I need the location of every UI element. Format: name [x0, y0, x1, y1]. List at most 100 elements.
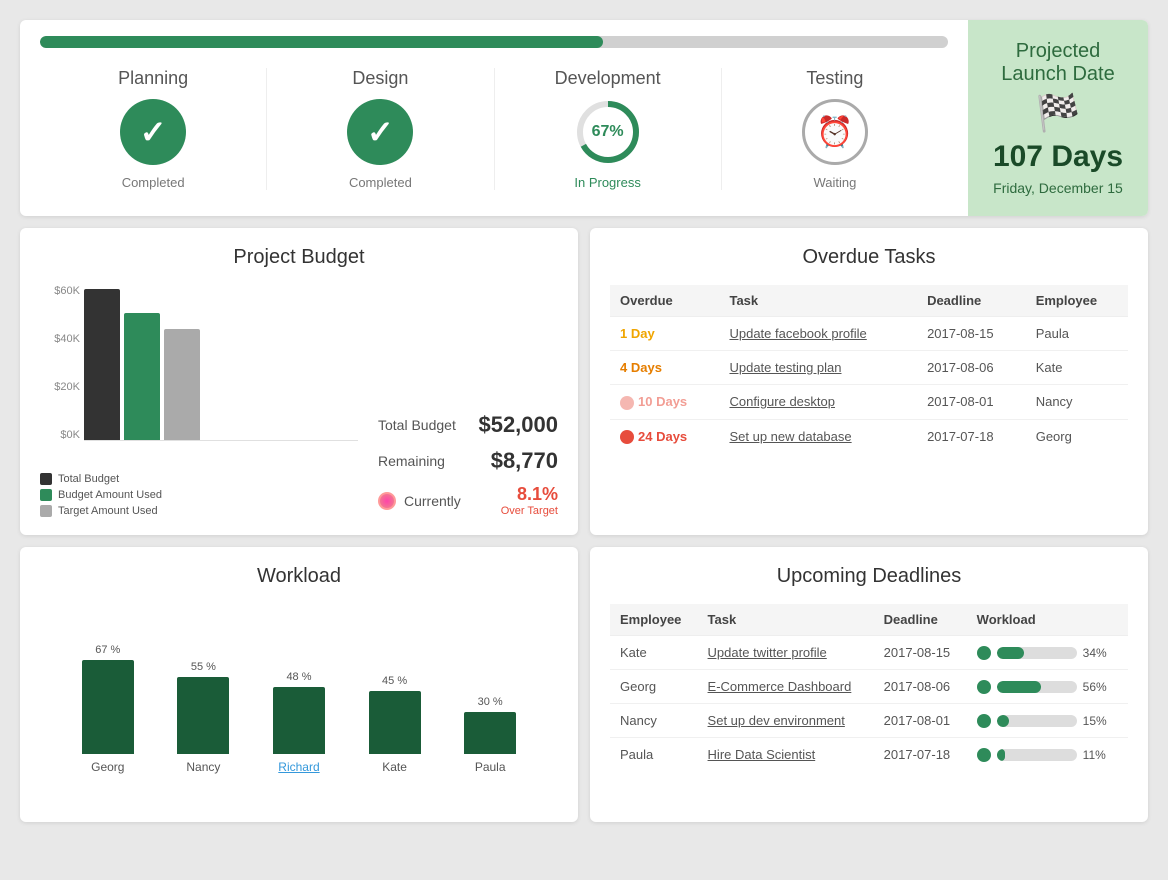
- upcoming-header-workload: Workload: [967, 604, 1128, 636]
- y-axis: $60K $40K $20K $0K: [40, 285, 80, 441]
- overdue-employee-0: Paula: [1026, 317, 1128, 351]
- upcoming-workload-0: 34%: [967, 636, 1128, 670]
- upcoming-row: Paula Hire Data Scientist 2017-07-18 11%: [610, 738, 1128, 772]
- upcoming-workload-3: 11%: [967, 738, 1128, 772]
- launch-date-title: Projected Launch Date: [984, 40, 1132, 86]
- upcoming-header-task: Task: [698, 604, 874, 636]
- phase-development-icon: 67%: [573, 97, 643, 167]
- y-label-20k: $20K: [40, 381, 80, 393]
- phase-testing-icon: ⏰: [800, 97, 870, 167]
- upcoming-task-2[interactable]: Set up dev environment: [698, 704, 874, 738]
- upcoming-header-deadline: Deadline: [874, 604, 967, 636]
- y-label-40k: $40K: [40, 333, 80, 345]
- workload-bar-georg: [82, 660, 134, 754]
- overdue-task-0[interactable]: Update facebook profile: [719, 317, 917, 351]
- over-target-label: Over Target: [501, 505, 558, 517]
- legend-total: Total Budget: [40, 473, 358, 485]
- overdue-deadline-0: 2017-08-15: [917, 317, 1026, 351]
- workload-title: Workload: [40, 565, 558, 588]
- upcoming-deadline-1: 2017-08-06: [874, 670, 967, 704]
- overdue-task-2[interactable]: Configure desktop: [719, 385, 917, 420]
- legend-dot-total: [40, 473, 52, 485]
- upcoming-row: Nancy Set up dev environment 2017-08-01 …: [610, 704, 1128, 738]
- progress-ring-label: 67%: [592, 123, 624, 141]
- bar-total: [84, 289, 120, 441]
- stat-currently: Currently 8.1% Over Target: [378, 484, 558, 517]
- phase-design-title: Design: [352, 68, 408, 89]
- overdue-task-1[interactable]: Update testing plan: [719, 351, 917, 385]
- overdue-row: 4 Days Update testing plan 2017-08-06 Ka…: [610, 351, 1128, 385]
- overdue-deadline-1: 2017-08-06: [917, 351, 1026, 385]
- upcoming-workload-2: 15%: [967, 704, 1128, 738]
- total-budget-value: $52,000: [478, 412, 558, 438]
- remaining-label: Remaining: [378, 453, 445, 469]
- upcoming-card: Upcoming Deadlines Employee Task Deadlin…: [590, 547, 1148, 822]
- overdue-days-3: 24 Days: [610, 419, 719, 453]
- upcoming-task-0[interactable]: Update twitter profile: [698, 636, 874, 670]
- workload-label-kate: Kate: [382, 760, 407, 774]
- overdue-employee-2: Nancy: [1026, 385, 1128, 420]
- y-label-0k: $0K: [40, 429, 80, 441]
- overdue-days-1: 4 Days: [610, 351, 719, 385]
- bar-budget-used: [124, 313, 160, 441]
- upcoming-row: Kate Update twitter profile 2017-08-15 3…: [610, 636, 1128, 670]
- dashboard: Planning Completed Design Completed: [20, 20, 1148, 822]
- upcoming-deadline-0: 2017-08-15: [874, 636, 967, 670]
- phase-testing: Testing ⏰ Waiting: [722, 68, 948, 190]
- upcoming-task-1[interactable]: E-Commerce Dashboard: [698, 670, 874, 704]
- currently-indicator: Currently: [378, 492, 461, 510]
- workload-pct-georg: 67 %: [95, 644, 120, 656]
- phase-planning-title: Planning: [118, 68, 188, 89]
- overdue-employee-3: Georg: [1026, 419, 1128, 453]
- phases-row: Planning Completed Design Completed: [40, 68, 948, 190]
- y-label-60k: $60K: [40, 285, 80, 297]
- workload-bar-richard: [273, 687, 325, 754]
- upcoming-employee-2: Nancy: [610, 704, 698, 738]
- legend-label-total: Total Budget: [58, 473, 119, 485]
- legend-budget-used: Budget Amount Used: [40, 489, 358, 501]
- overdue-row: 10 Days Configure desktop 2017-08-01 Nan…: [610, 385, 1128, 420]
- workload-bar-group: 67 % Georg: [60, 614, 156, 774]
- overdue-task-3[interactable]: Set up new database: [719, 419, 917, 453]
- workload-pct-kate: 45 %: [382, 675, 407, 687]
- launch-days: 107 Days: [993, 140, 1123, 174]
- budget-title: Project Budget: [40, 246, 558, 269]
- workload-bar-group: 45 % Kate: [347, 614, 443, 774]
- budget-chart-area: $60K $40K $20K $0K: [40, 285, 358, 517]
- total-budget-label: Total Budget: [378, 417, 456, 433]
- currently-label: Currently: [404, 493, 461, 509]
- workload-label-georg: Georg: [91, 760, 124, 774]
- workload-label-richard[interactable]: Richard: [278, 760, 319, 774]
- upcoming-task-3[interactable]: Hire Data Scientist: [698, 738, 874, 772]
- phase-planning-icon: [118, 97, 188, 167]
- launch-date-string: Friday, December 15: [993, 180, 1123, 196]
- workload-bar-paula: [464, 712, 516, 754]
- progress-bar: [40, 36, 948, 48]
- upcoming-employee-3: Paula: [610, 738, 698, 772]
- overdue-deadline-2: 2017-08-01: [917, 385, 1026, 420]
- workload-bar-group: 55 % Nancy: [156, 614, 252, 774]
- bar-target-used: [164, 329, 200, 441]
- phase-development-status: In Progress: [574, 175, 640, 190]
- upcoming-header-employee: Employee: [610, 604, 698, 636]
- over-target-dot: [378, 492, 396, 510]
- check-icon-planning: [120, 99, 186, 165]
- overdue-header-deadline: Deadline: [917, 285, 1026, 317]
- stat-remaining: Remaining $8,770: [378, 448, 558, 474]
- legend-dot-target-used: [40, 505, 52, 517]
- overdue-title: Overdue Tasks: [610, 246, 1128, 269]
- upcoming-employee-1: Georg: [610, 670, 698, 704]
- workload-pct-paula: 30 %: [478, 696, 503, 708]
- flag-icon: 🏁: [1036, 92, 1081, 134]
- currently-value: 8.1%: [501, 484, 558, 505]
- workload-bar-group: 30 % Paula: [442, 614, 538, 774]
- bottom-row: Workload 67 % Georg 55 % Nancy 48 % Rich…: [20, 547, 1148, 822]
- budget-card: Project Budget $60K $40K $20K $0K: [20, 228, 578, 535]
- upcoming-title: Upcoming Deadlines: [610, 565, 1128, 588]
- upcoming-employee-0: Kate: [610, 636, 698, 670]
- upcoming-deadline-2: 2017-08-01: [874, 704, 967, 738]
- middle-row: Project Budget $60K $40K $20K $0K: [20, 228, 1148, 535]
- phase-planning: Planning Completed: [40, 68, 267, 190]
- phase-testing-status: Waiting: [813, 175, 856, 190]
- overdue-row: 1 Day Update facebook profile 2017-08-15…: [610, 317, 1128, 351]
